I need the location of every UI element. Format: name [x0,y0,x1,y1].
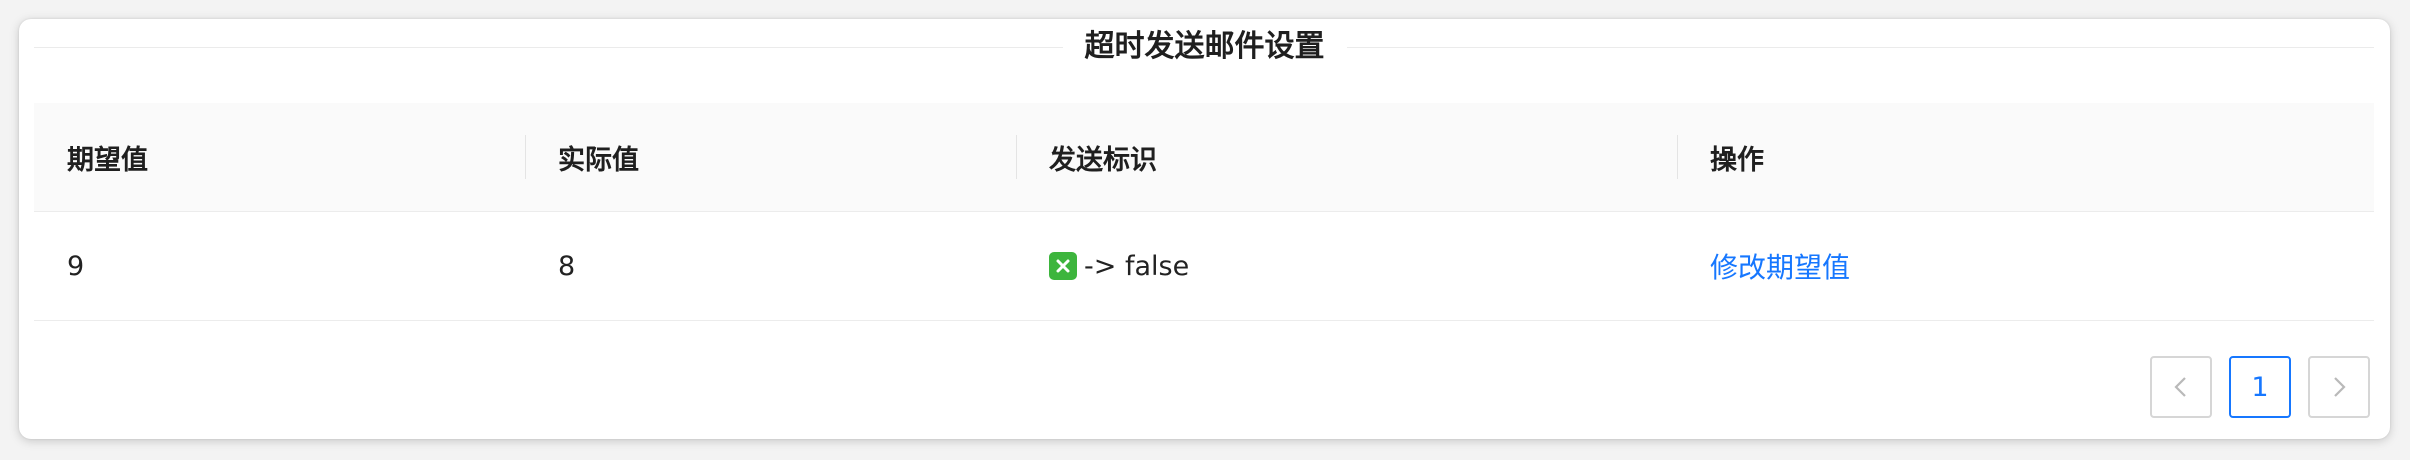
send-flag-cell: -> false [1016,212,1677,320]
header-action: 操作 [1710,144,1764,176]
send-flag-text: -> false [1084,250,1190,282]
expected-value: 9 [67,250,85,282]
actual-value: 8 [558,250,576,282]
prev-page-button[interactable] [2150,356,2212,418]
header-expected: 期望值 [67,144,148,176]
table-row: 9 8 -> false 修改期望值 [34,212,2374,321]
page-1-button[interactable]: 1 [2229,356,2291,418]
chevron-right-icon [2334,377,2346,397]
column-separator [1016,135,1017,179]
chevron-left-icon [2174,377,2186,397]
settings-card: 超时发送邮件设置 期望值 实际值 发送标识 操作 9 8 -> false 修改… [19,19,2390,439]
column-separator [1677,135,1678,179]
table-header: 期望值 实际值 发送标识 操作 [34,103,2374,212]
pagination: 1 [2150,356,2370,418]
edit-expected-value-link[interactable]: 修改期望值 [1710,246,1850,286]
settings-table: 期望值 实际值 发送标识 操作 9 8 -> false 修改期望值 [34,103,2374,321]
next-page-button[interactable] [2308,356,2370,418]
section-title: 超时发送邮件设置 [1062,27,1347,67]
column-separator [525,135,526,179]
header-actual: 实际值 [558,144,639,176]
cross-mark-icon [1049,252,1077,280]
header-send-flag: 发送标识 [1049,144,1157,176]
action-cell: 修改期望值 [1677,212,2374,320]
